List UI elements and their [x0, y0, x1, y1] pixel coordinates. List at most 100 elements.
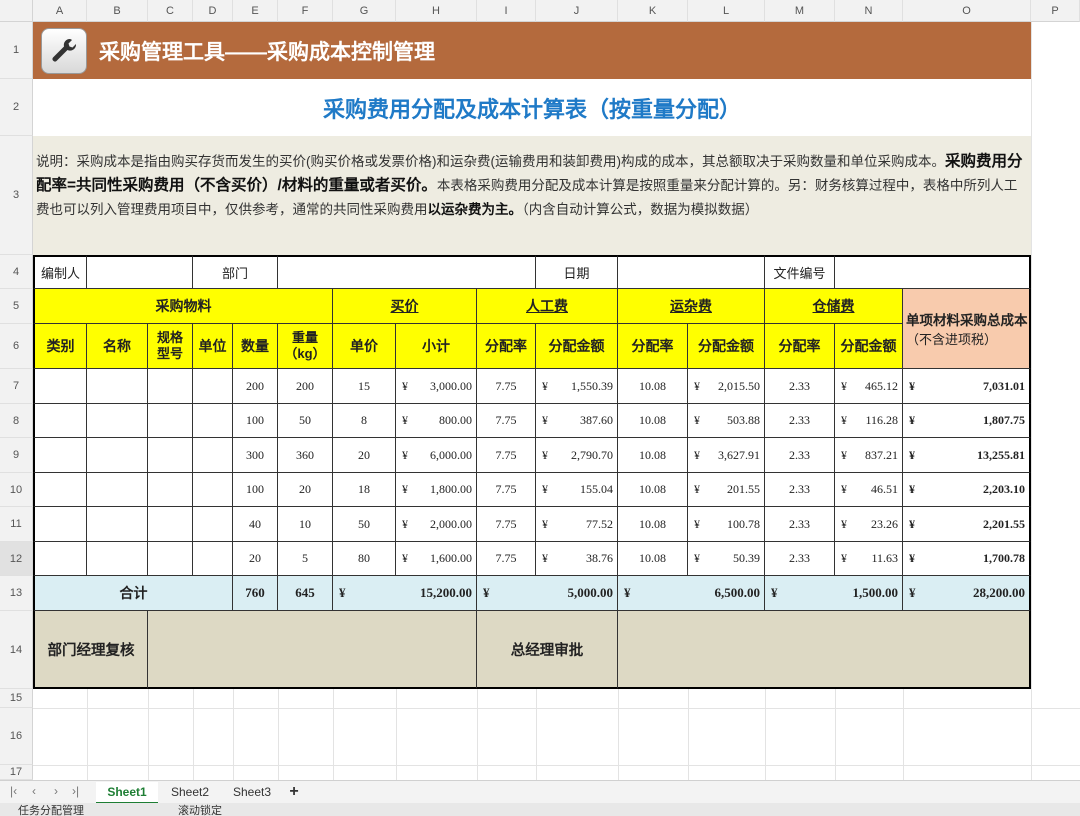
- col-header-a[interactable]: A: [33, 0, 87, 22]
- status-left[interactable]: 任务分配管理: [18, 804, 84, 816]
- cell-total-cost[interactable]: ¥2,203.10: [903, 473, 1031, 507]
- row-header-7[interactable]: 7: [0, 369, 33, 404]
- cell-category[interactable]: [33, 473, 87, 507]
- cell-storage-amount[interactable]: ¥23.26: [835, 507, 903, 542]
- row-header-15[interactable]: 15: [0, 689, 33, 708]
- col-header-e[interactable]: E: [233, 0, 278, 22]
- cell-weight[interactable]: 20: [278, 473, 333, 507]
- cell-freight-rate[interactable]: 10.08: [618, 507, 688, 542]
- cell-total-cost[interactable]: ¥1,807.75: [903, 404, 1031, 438]
- col-header-n[interactable]: N: [835, 0, 903, 22]
- first-sheet-icon[interactable]: |‹: [10, 782, 24, 800]
- row-header-14[interactable]: 14: [0, 611, 33, 689]
- cell-category[interactable]: [33, 507, 87, 542]
- tab-sheet2[interactable]: Sheet2: [160, 782, 220, 802]
- row-header-3[interactable]: 3: [0, 136, 33, 255]
- cell-category[interactable]: [33, 369, 87, 404]
- gm-approve-value[interactable]: [618, 611, 1031, 689]
- cell-subtotal[interactable]: ¥2,000.00: [396, 507, 477, 542]
- cell-unit-price[interactable]: 50: [333, 507, 396, 542]
- row-header-1[interactable]: 1: [0, 22, 33, 79]
- row-header-13[interactable]: 13: [0, 576, 33, 611]
- col-header-p[interactable]: P: [1031, 0, 1080, 22]
- cell-labor-rate[interactable]: 7.75: [477, 507, 536, 542]
- cell-name[interactable]: [87, 369, 148, 404]
- cell-unit[interactable]: [193, 507, 233, 542]
- cell-unit-price[interactable]: 8: [333, 404, 396, 438]
- status-mid[interactable]: 滚动锁定: [178, 804, 222, 816]
- cell-labor-rate[interactable]: 7.75: [477, 473, 536, 507]
- cell-weight[interactable]: 5: [278, 542, 333, 576]
- cell-total-cost[interactable]: ¥7,031.01: [903, 369, 1031, 404]
- cell-weight[interactable]: 50: [278, 404, 333, 438]
- col-header-f[interactable]: F: [278, 0, 333, 22]
- row-header-5[interactable]: 5: [0, 289, 33, 324]
- cell-category[interactable]: [33, 404, 87, 438]
- col-header-i[interactable]: I: [477, 0, 536, 22]
- prev-sheet-icon[interactable]: ‹: [32, 782, 44, 800]
- col-header-l[interactable]: L: [688, 0, 765, 22]
- cell-qty[interactable]: 200: [233, 369, 278, 404]
- row-header-12[interactable]: 12: [0, 542, 33, 576]
- cell-storage-rate[interactable]: 2.33: [765, 542, 835, 576]
- col-header-b[interactable]: B: [87, 0, 148, 22]
- cell-unit[interactable]: [193, 542, 233, 576]
- cell-labor-rate[interactable]: 7.75: [477, 404, 536, 438]
- cell-labor-rate[interactable]: 7.75: [477, 438, 536, 473]
- row-header-2[interactable]: 2: [0, 79, 33, 136]
- cell-weight[interactable]: 10: [278, 507, 333, 542]
- dept-value[interactable]: [278, 255, 536, 289]
- doc-no-value[interactable]: [835, 255, 1031, 289]
- cell-spec[interactable]: [148, 369, 193, 404]
- cell-subtotal[interactable]: ¥800.00: [396, 404, 477, 438]
- cell-name[interactable]: [87, 542, 148, 576]
- cell-unit[interactable]: [193, 438, 233, 473]
- title-banner[interactable]: 采购管理工具——采购成本控制管理: [33, 22, 1031, 79]
- cell-freight-rate[interactable]: 10.08: [618, 404, 688, 438]
- cell-unit-price[interactable]: 80: [333, 542, 396, 576]
- cell-spec[interactable]: [148, 507, 193, 542]
- col-header-j[interactable]: J: [536, 0, 618, 22]
- dept-review-value[interactable]: [148, 611, 477, 689]
- cell-spec[interactable]: [148, 404, 193, 438]
- select-all-corner[interactable]: [0, 0, 33, 22]
- cell-name[interactable]: [87, 404, 148, 438]
- cell-subtotal[interactable]: ¥3,000.00: [396, 369, 477, 404]
- cell-weight[interactable]: 360: [278, 438, 333, 473]
- cell-labor-amount[interactable]: ¥387.60: [536, 404, 618, 438]
- cell-unit-price[interactable]: 18: [333, 473, 396, 507]
- cell-labor-rate[interactable]: 7.75: [477, 542, 536, 576]
- row-header-11[interactable]: 11: [0, 507, 33, 542]
- row-header-10[interactable]: 10: [0, 473, 33, 507]
- cell-freight-rate[interactable]: 10.08: [618, 369, 688, 404]
- cell-freight-amount[interactable]: ¥50.39: [688, 542, 765, 576]
- cell-subtotal[interactable]: ¥1,800.00: [396, 473, 477, 507]
- cell-subtotal[interactable]: ¥6,000.00: [396, 438, 477, 473]
- col-header-d[interactable]: D: [193, 0, 233, 22]
- cell-total-cost[interactable]: ¥1,700.78: [903, 542, 1031, 576]
- cell-storage-amount[interactable]: ¥465.12: [835, 369, 903, 404]
- cell-freight-rate[interactable]: 10.08: [618, 542, 688, 576]
- cell-labor-rate[interactable]: 7.75: [477, 369, 536, 404]
- cell-freight-amount[interactable]: ¥503.88: [688, 404, 765, 438]
- row-header-4[interactable]: 4: [0, 255, 33, 289]
- cell-labor-amount[interactable]: ¥155.04: [536, 473, 618, 507]
- row-header-8[interactable]: 8: [0, 404, 33, 438]
- cell-storage-rate[interactable]: 2.33: [765, 369, 835, 404]
- cell-unit-price[interactable]: 15: [333, 369, 396, 404]
- cell-unit[interactable]: [193, 369, 233, 404]
- sheet-heading[interactable]: 采购费用分配及成本计算表（按重量分配）: [33, 79, 1031, 136]
- row-header-16[interactable]: 16: [0, 708, 33, 765]
- cell-subtotal[interactable]: ¥1,600.00: [396, 542, 477, 576]
- cell-freight-rate[interactable]: 10.08: [618, 438, 688, 473]
- cell-category[interactable]: [33, 438, 87, 473]
- cell-labor-amount[interactable]: ¥38.76: [536, 542, 618, 576]
- cell-unit[interactable]: [193, 404, 233, 438]
- row-header-17[interactable]: 17: [0, 765, 33, 780]
- col-header-c[interactable]: C: [148, 0, 193, 22]
- cell-storage-rate[interactable]: 2.33: [765, 473, 835, 507]
- date-value[interactable]: [618, 255, 765, 289]
- cell-weight[interactable]: 200: [278, 369, 333, 404]
- cell-storage-amount[interactable]: ¥837.21: [835, 438, 903, 473]
- cell-qty[interactable]: 40: [233, 507, 278, 542]
